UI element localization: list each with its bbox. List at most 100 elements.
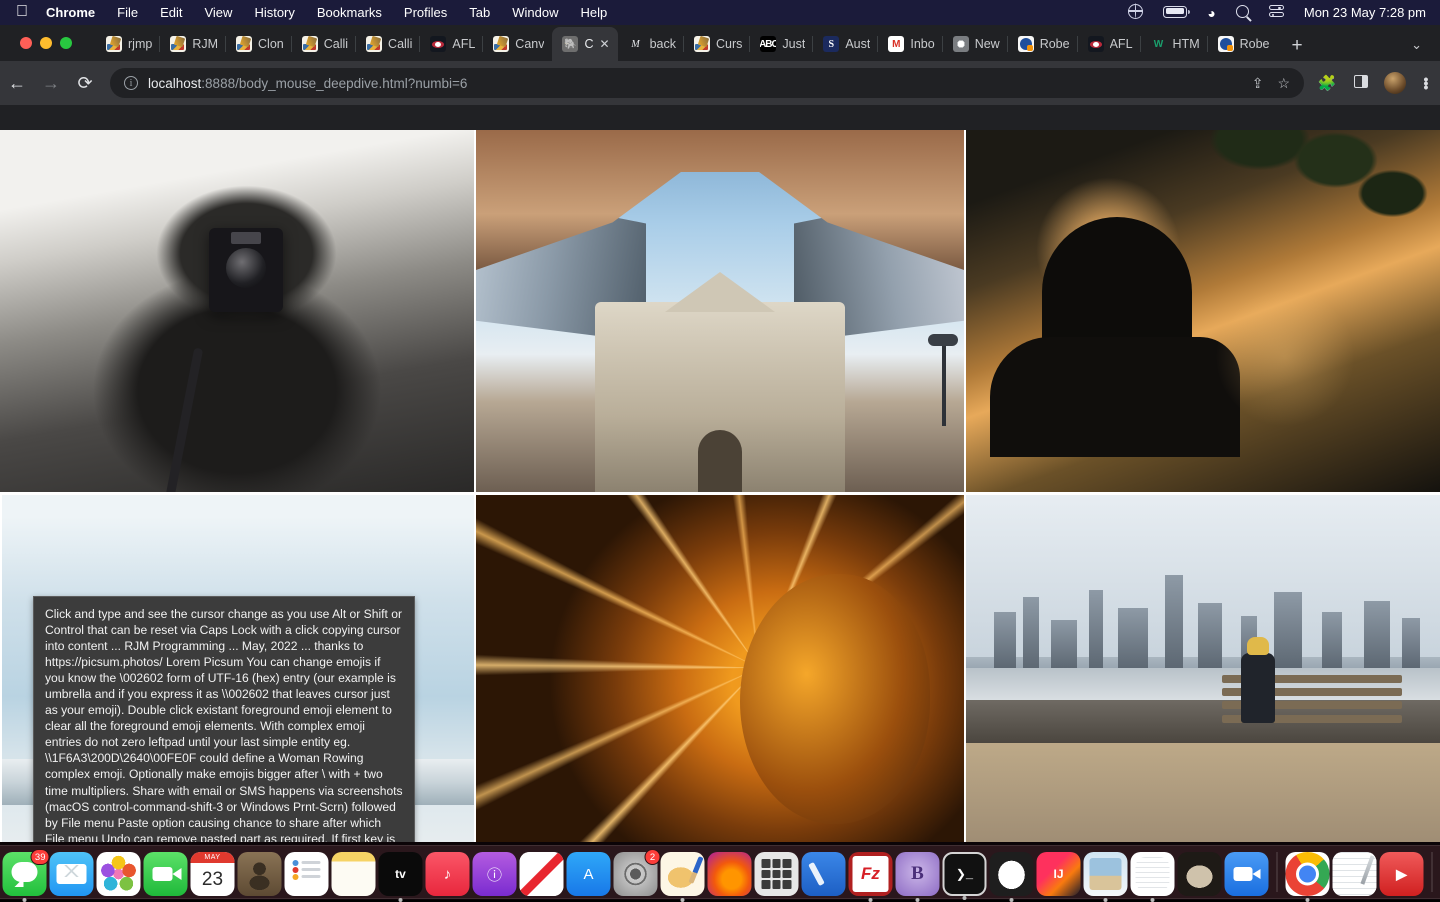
dock-item-xcode[interactable] [801,852,846,896]
tab-active-c[interactable]: 🐘 C ✕ [552,27,618,61]
dock-item-apple-tv[interactable]: tv [378,852,423,902]
dock-item-contacts[interactable] [237,852,282,896]
url-host: localhost [148,75,202,91]
image-cell-photographer-bw[interactable] [0,130,474,492]
tab-robe-2[interactable]: Robe [1208,27,1278,61]
forward-button[interactable]: → [34,74,68,92]
share-icon[interactable]: ⇪ [1252,75,1264,92]
side-panel-icon[interactable] [1344,74,1378,92]
profile-icon [1017,36,1034,52]
menubar-clock[interactable]: Mon 23 May 7:28 pm [1304,5,1426,20]
zoom-window-button[interactable] [60,37,72,49]
dock-item-calculator[interactable] [754,852,799,896]
tab-search-chevron-icon[interactable]: ⌄ [1411,37,1422,53]
dock-item-bbedit[interactable]: B [895,852,940,902]
tab-label: Calli [323,37,349,51]
menu-item-window[interactable]: Window [512,5,558,20]
dock-item-terminal[interactable]: ❯_ [942,852,987,900]
dock-item-kap[interactable]: ▶ [1379,852,1424,896]
tab-calli-1[interactable]: Calli [292,27,357,61]
dock-item-paintbrush[interactable] [660,852,705,902]
tab-afl-1[interactable]: AFL [420,27,484,61]
dock-item-messages[interactable]: 39 [2,849,50,902]
globe-icon[interactable] [1127,3,1144,21]
control-center-icon[interactable] [1268,5,1284,20]
dock-item-chrome[interactable] [1285,852,1330,902]
tab-canvas[interactable]: Canv [483,27,552,61]
address-bar[interactable]: i localhost :8888/body_mouse_deepdive.ht… [110,68,1304,98]
image-cell-sunset-silhouette[interactable] [964,130,1440,492]
tab-back[interactable]: Mback [618,27,684,61]
tab-html[interactable]: W HTM [1141,27,1208,61]
dock-item-firefox[interactable] [707,852,752,896]
reload-button[interactable]: ⟳ [68,74,102,92]
tab-label: Just [782,37,806,51]
wifi-icon[interactable]: ◕ [1207,6,1215,20]
dock-item-gimp[interactable] [1177,852,1222,896]
dock-item-reminders[interactable] [284,852,329,896]
close-window-button[interactable] [20,37,32,49]
paint-icon [366,36,383,52]
dock-item-news[interactable] [519,852,564,896]
dock-item-preview[interactable] [1083,852,1128,902]
menu-item-bookmarks[interactable]: Bookmarks [317,5,382,20]
dock-item-textedit[interactable] [1130,852,1175,902]
image-cell-city-bench[interactable] [964,492,1440,855]
menu-item-file[interactable]: File [117,5,138,20]
menu-item-chrome[interactable]: Chrome [46,5,95,20]
search-icon[interactable] [1235,5,1249,20]
avatar[interactable] [1384,72,1406,94]
tab-clone[interactable]: Clon [226,27,292,61]
close-tab-icon[interactable]: ✕ [600,37,610,51]
browser-toolbar: ← → ⟳ i localhost :8888/body_mouse_deepd… [0,61,1440,105]
music-glyph: ♪ [443,865,452,883]
dock-item-app-store[interactable]: A [566,852,611,896]
kebab-menu-icon[interactable]: • • • [1412,72,1440,94]
tab-inbox[interactable]: M Inbo [878,27,943,61]
tab-robe-1[interactable]: Robe [1008,27,1078,61]
tab-label: Robe [1039,37,1070,51]
apple-logo-icon[interactable]:  [16,3,28,20]
macos-dock: 39 MAY 23 tv ♪ ⓘ A 2 Fz B ❯_ IJ ▶ [0,845,1440,902]
tab-calli-2[interactable]: Calli [356,27,421,61]
image-cell-architecture-lookup[interactable] [474,130,964,492]
new-tab-button[interactable]: + [1292,36,1303,55]
dock-item-zoom[interactable] [1224,852,1269,896]
tab-afl-2[interactable]: AFL [1078,27,1141,61]
image-cell-cactus-macro[interactable] [474,492,964,855]
tab-rjm[interactable]: RJM [160,27,226,61]
dock-item-calendar[interactable]: MAY 23 [190,852,235,896]
dock-item-system-preferences[interactable]: 2 [613,849,661,896]
chrome-window: rjmp RJM Clon Calli Calli AFL Canv 🐘 C ✕ M… [0,25,1440,900]
dock-item-intellij-idea[interactable]: IJ [1036,852,1081,896]
dock-item-mail[interactable] [49,852,94,896]
menu-item-view[interactable]: View [204,5,232,20]
tab-cursor[interactable]: Curs [684,27,751,61]
dock-item-music[interactable]: ♪ [425,852,470,896]
tab-just[interactable]: ABC Just [750,27,814,61]
dock-item-facetime[interactable] [143,852,188,896]
terminal-glyph: ❯_ [955,867,974,882]
tab-rjmp[interactable]: rjmp [96,27,161,61]
dock-item-photos[interactable] [96,852,141,896]
menu-item-help[interactable]: Help [581,5,608,20]
puzzle-icon[interactable]: 🧩 [1310,74,1344,92]
dock-item-notes[interactable] [331,852,376,896]
menu-item-profiles[interactable]: Profiles [404,5,447,20]
dock-item-mamp[interactable] [989,852,1034,902]
macos-menu-bar:  Chrome File Edit View History Bookmark… [0,0,1440,25]
site-info-icon[interactable]: i [124,76,138,90]
dock-item-filezilla[interactable]: Fz [848,852,893,902]
star-icon[interactable]: ☆ [1277,75,1290,92]
tab-label: RJM [192,37,219,51]
tab-aust[interactable]: S Aust [813,27,879,61]
dock-item-stickies[interactable] [1332,852,1377,896]
back-button[interactable]: ← [0,74,34,92]
minimize-window-button[interactable] [40,37,52,49]
battery-icon[interactable] [1163,5,1190,20]
dock-item-podcasts[interactable]: ⓘ [472,852,517,896]
tab-new[interactable]: New [943,27,1008,61]
menu-item-history[interactable]: History [254,5,294,20]
menu-item-tab[interactable]: Tab [469,5,490,20]
menu-item-edit[interactable]: Edit [160,5,182,20]
